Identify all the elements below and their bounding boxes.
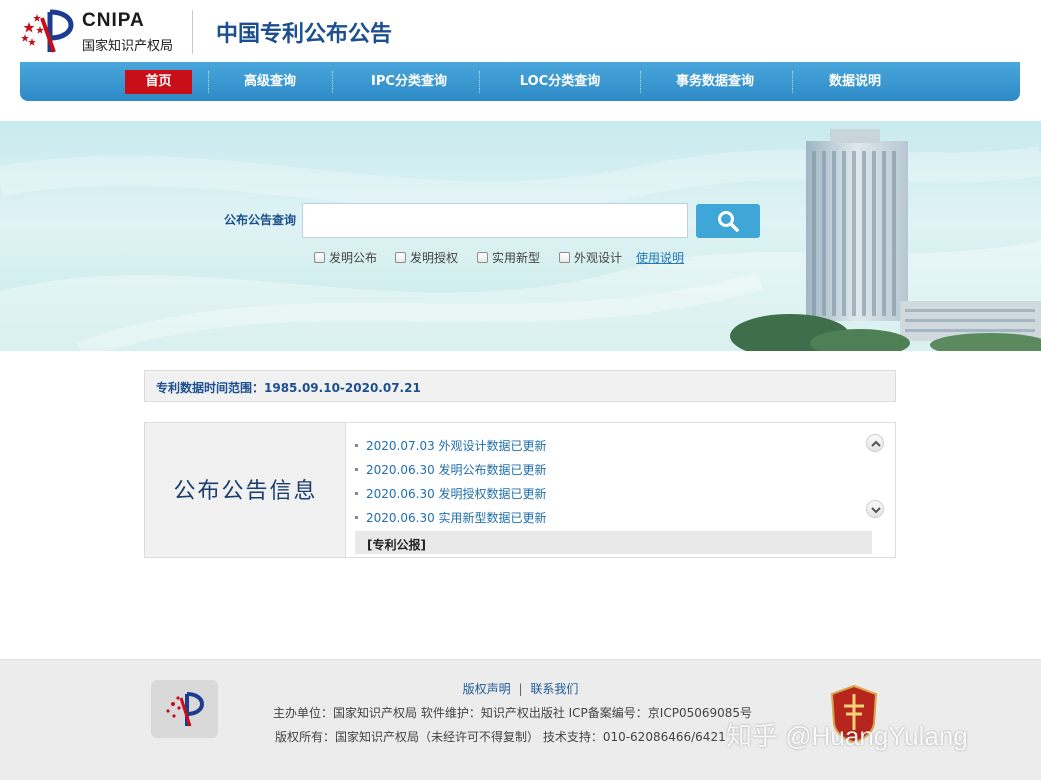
checkbox-box[interactable] [477,252,488,263]
bullet-icon [355,444,358,447]
cnipa-logo[interactable]: CNIPA 国家知识产权局 [20,8,190,56]
header-divider [192,10,193,54]
news-text: 2020.07.03 外观设计数据已更新 [366,439,547,453]
nav-separator [208,71,209,93]
data-range-bar: 专利数据时间范围：1985.09.10-2020.07.21 [144,370,896,402]
search-icon [718,211,739,232]
news-item[interactable]: 2020.06.30 发明公布数据已更新 [355,461,547,478]
nav-separator [640,71,641,93]
news-item[interactable]: 2020.06.30 实用新型数据已更新 [355,509,547,526]
logo-chinese-text: 国家知识产权局 [82,39,174,54]
nav-item-loc-search[interactable]: LOC分类查询 [505,70,615,94]
footer-link-separator: | [518,682,523,696]
zhihu-watermark: 知乎 @HuangYulang [726,721,968,751]
checkbox-label: 发明授权 [410,251,459,265]
news-text: 2020.06.30 发明公布数据已更新 [366,463,547,477]
checkbox-invention-publication[interactable]: 发明公布 [314,249,377,266]
nav-item-ipc-search[interactable]: IPC分类查询 [354,70,464,94]
footer-organizer-info: 主办单位：国家知识产权局 软件维护：知识产权出版社 ICP备案编号：京ICP05… [273,706,753,720]
nav-separator [479,71,480,93]
nav-separator [332,71,333,93]
checkbox-label: 实用新型 [492,251,541,265]
gazette-bar: [专利公报] [355,531,872,554]
search-banner: 公布公告查询 发明公布 发明授权 实用新型 外观设计 使用说明 [0,121,1041,351]
bullet-icon [355,492,358,495]
search-button[interactable] [696,204,760,238]
bullet-icon [355,468,358,471]
main-nav: 首页 高级查询 IPC分类查询 LOC分类查询 事务数据查询 数据说明 [20,62,1020,101]
news-text: 2020.06.30 发明授权数据已更新 [366,487,547,501]
nav-item-transaction-search[interactable]: 事务数据查询 [660,70,770,94]
nav-separator [792,71,793,93]
logo-english-text: CNIPA [82,10,145,31]
announcement-info-box: 公布公告信息 2020.07.03 外观设计数据已更新 2020.06.30 发… [144,422,896,558]
checkbox-box[interactable] [395,252,406,263]
data-range-text: 专利数据时间范围：1985.09.10-2020.07.21 [156,381,421,395]
checkbox-design[interactable]: 外观设计 [559,249,622,266]
footer-links: 版权声明 | 联系我们 [0,680,1041,697]
site-footer: 版权声明 | 联系我们 主办单位：国家知识产权局 软件维护：知识产权出版社 IC… [0,659,1041,780]
bullet-icon [355,516,358,519]
checkbox-box[interactable] [559,252,570,263]
info-title-panel: 公布公告信息 [145,423,346,557]
cnipa-logo-mark [21,9,74,53]
nav-item-advanced-search[interactable]: 高级查询 [230,70,310,94]
news-item[interactable]: 2020.06.30 发明授权数据已更新 [355,485,547,502]
chevron-down-icon [871,507,881,514]
chevron-up-icon [871,440,881,447]
checkbox-label: 外观设计 [574,251,623,265]
site-title: 中国专利公布公告 [216,22,393,47]
copyright-link[interactable]: 版权声明 [463,682,511,696]
usage-instructions-link[interactable]: 使用说明 [636,249,684,266]
search-label: 公布公告查询 [224,213,297,227]
checkbox-invention-grant[interactable]: 发明授权 [395,249,458,266]
patent-gazette-link[interactable]: [专利公报] [367,536,426,553]
contact-us-link[interactable]: 联系我们 [530,682,578,696]
scroll-down-button[interactable] [866,500,884,518]
nav-item-data-description[interactable]: 数据说明 [815,70,895,94]
news-item[interactable]: 2020.07.03 外观设计数据已更新 [355,437,547,454]
nav-item-home[interactable]: 首页 [125,70,192,94]
footer-copyright-info: 版权所有：国家知识产权局（未经许可不得复制） 技术支持：010-62086466… [275,730,726,744]
checkbox-label: 发明公布 [329,251,378,265]
news-text: 2020.06.30 实用新型数据已更新 [366,511,547,525]
site-header: CNIPA 国家知识产权局 中国专利公布公告 [0,0,1041,62]
checkbox-utility-model[interactable]: 实用新型 [477,249,540,266]
search-input[interactable] [302,203,688,238]
info-title: 公布公告信息 [173,479,318,504]
checkbox-box[interactable] [314,252,325,263]
scroll-up-button[interactable] [866,434,884,452]
